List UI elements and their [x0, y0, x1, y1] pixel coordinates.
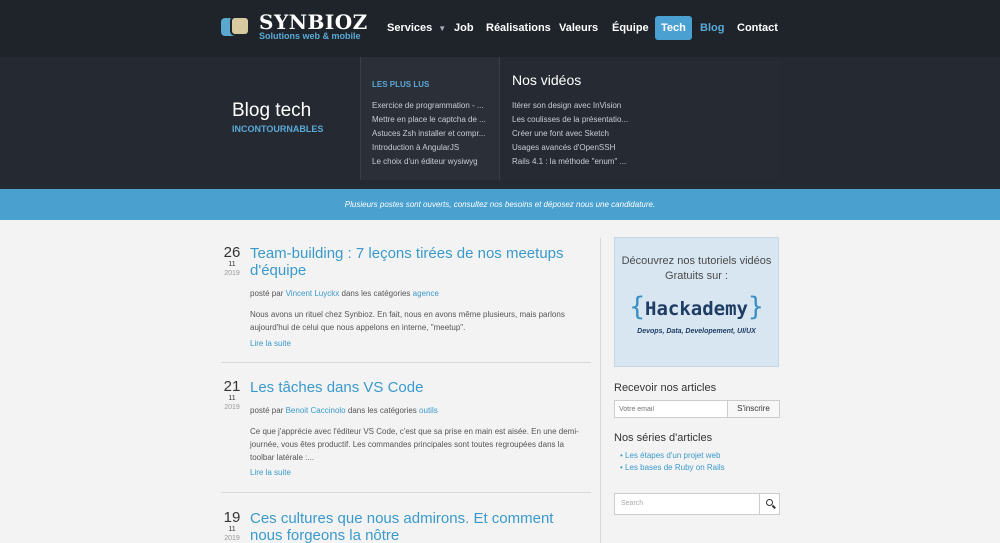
popular-link[interactable]: Le choix d'un éditeur wysiwyg	[372, 155, 490, 169]
video-link[interactable]: Itérer son design avec InVision	[512, 99, 632, 113]
nav-job[interactable]: Job	[454, 16, 474, 40]
post-month: 11	[228, 395, 236, 402]
jobs-banner[interactable]: Plusieurs postes sont ouverts, consultez…	[0, 189, 1000, 220]
logo-icon	[221, 14, 251, 40]
brand-name: SYNBIOZ	[259, 10, 368, 34]
subscribe-button[interactable]: S'inscrire	[727, 400, 780, 418]
popular-list: Exercice de programmation - ... Mettre e…	[372, 99, 490, 169]
series-link[interactable]: Les bases de Ruby on Rails	[620, 462, 725, 474]
search-icon	[766, 499, 773, 506]
nav-equipe[interactable]: Équipe	[612, 16, 649, 40]
search-box: Search	[614, 493, 780, 515]
search-button[interactable]	[759, 494, 779, 514]
nav-blog[interactable]: Blog	[700, 16, 724, 40]
post-divider	[221, 492, 591, 493]
post-month: 11	[228, 261, 236, 268]
read-more-link[interactable]: Lire la suite	[250, 339, 291, 348]
popular-heading: LES PLUS LUS	[372, 80, 430, 89]
newsletter-email-input[interactable]	[614, 400, 728, 418]
blog-post: 26 11 2019 Team-building : 7 leçons tiré…	[221, 245, 591, 355]
post-author[interactable]: Vincent Luyckx	[286, 289, 340, 298]
video-link[interactable]: Rails 4.1 : la méthode "enum" ...	[512, 155, 632, 169]
video-link[interactable]: Les coulisses de la présentatio...	[512, 113, 632, 127]
series-heading: Nos séries d'articles	[614, 432, 713, 444]
popular-link[interactable]: Mettre en place le captcha de ...	[372, 113, 490, 127]
popular-link[interactable]: Astuces Zsh installer et compr...	[372, 127, 490, 141]
read-more-link[interactable]: Lire la suite	[250, 468, 291, 477]
post-month: 11	[228, 526, 236, 533]
column-divider	[600, 238, 601, 543]
site-logo[interactable]: SYNBIOZ Solutions web & mobile	[221, 12, 368, 42]
promo-tags: Devops, Data, Developement, UI/UX	[637, 328, 756, 335]
post-title[interactable]: Les tâches dans VS Code	[250, 379, 590, 396]
post-meta: posté par Vincent Luyckx dans les catégo…	[250, 289, 439, 298]
post-divider	[221, 362, 591, 363]
videos-heading: Nos vidéos	[512, 72, 582, 88]
newsletter-heading: Recevoir nos articles	[614, 382, 717, 394]
hackademy-promo[interactable]: Découvrez nos tutoriels vidéos Gratuits …	[614, 237, 779, 367]
post-year: 2019	[224, 535, 240, 542]
post-meta: posté par Benoit Caccinolo dans les caté…	[250, 406, 438, 415]
nav-tech[interactable]: Tech	[655, 16, 692, 40]
videos-list: Itérer son design avec InVision Les coul…	[512, 99, 632, 169]
post-author[interactable]: Benoit Caccinolo	[286, 406, 346, 415]
nav-realisations[interactable]: Réalisations	[486, 16, 551, 40]
mega-menu-title: Blog tech	[232, 100, 312, 121]
post-category[interactable]: outils	[419, 406, 438, 415]
blog-post: 21 11 2019 Les tâches dans VS Code posté…	[221, 379, 591, 489]
popular-link[interactable]: Exercice de programmation - ...	[372, 99, 490, 113]
post-category[interactable]: agence	[413, 289, 439, 298]
chevron-down-icon: ▼	[438, 24, 447, 33]
mega-menu-subtitle: INCONTOURNABLES	[232, 124, 324, 134]
brand-tagline: Solutions web & mobile	[259, 31, 361, 41]
post-title[interactable]: Ces cultures que nous admirons. Et comme…	[250, 510, 590, 543]
post-day: 21	[223, 378, 241, 395]
post-year: 2019	[224, 270, 240, 277]
video-link[interactable]: Usages avancés d'OpenSSH	[512, 141, 632, 155]
post-title[interactable]: Team-building : 7 leçons tirées de nos m…	[250, 245, 590, 279]
nav-services[interactable]: Services ▼	[387, 16, 446, 40]
popular-link[interactable]: Introduction à AngularJS	[372, 141, 490, 155]
post-day: 26	[223, 244, 241, 261]
post-excerpt: Nous avons un rituel chez Synbioz. En fa…	[250, 310, 565, 332]
post-date: 19 11 2019	[221, 510, 243, 543]
blog-post: 19 11 2019 Ces cultures que nous admiron…	[221, 510, 591, 543]
post-date: 26 11 2019	[221, 245, 243, 278]
post-year: 2019	[224, 404, 240, 411]
post-excerpt: Ce que j'apprécie avec l'éditeur VS Code…	[250, 427, 579, 462]
search-input[interactable]: Search	[621, 494, 643, 514]
series-list: Les étapes d'un projet web Les bases de …	[620, 450, 725, 474]
series-link[interactable]: Les étapes d'un projet web	[620, 450, 725, 462]
nav-contact[interactable]: Contact	[737, 16, 778, 40]
post-day: 19	[223, 509, 241, 526]
hackademy-logo: {Hackademy}	[629, 292, 764, 322]
promo-text: Découvrez nos tutoriels vidéos Gratuits …	[621, 255, 772, 282]
nav-valeurs[interactable]: Valeurs	[559, 16, 598, 40]
video-link[interactable]: Créer une font avec Sketch	[512, 127, 632, 141]
post-date: 21 11 2019	[221, 379, 243, 412]
